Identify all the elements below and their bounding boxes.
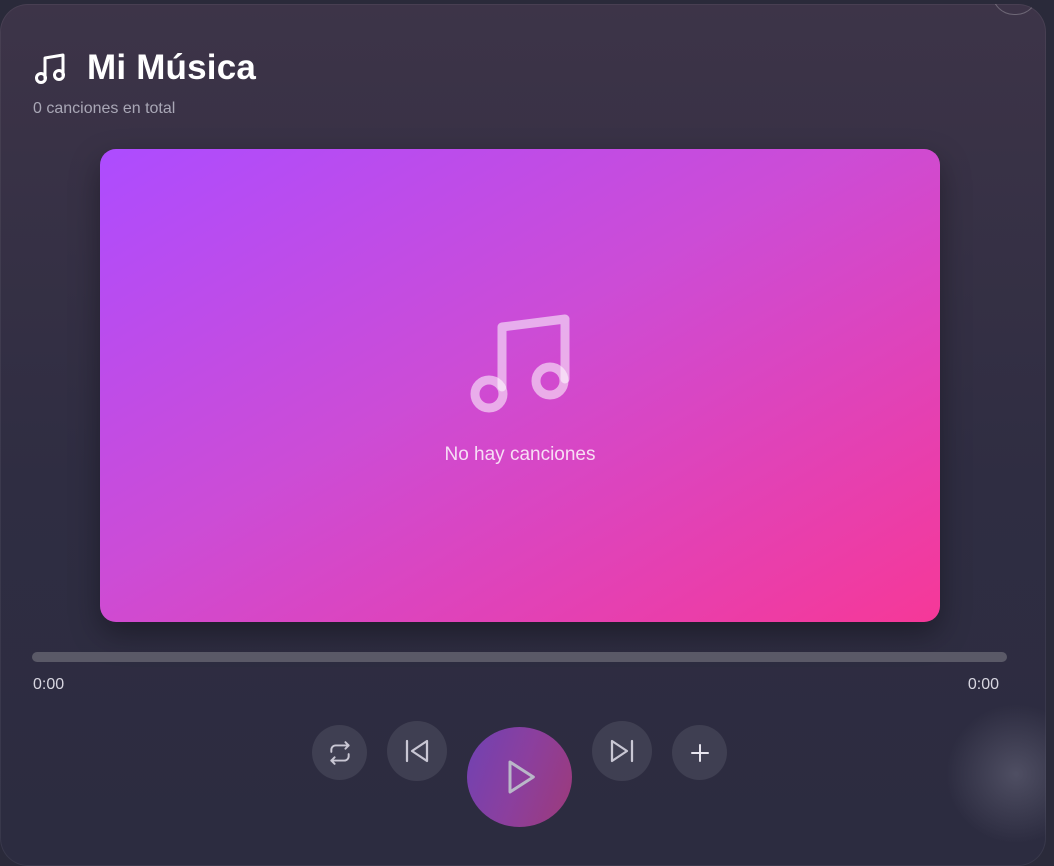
- skip-next-icon: [607, 736, 637, 766]
- repeat-icon: [327, 740, 353, 766]
- music-player-card: Mi Música 0 canciones en total No hay ca…: [0, 4, 1046, 866]
- add-song-button[interactable]: [672, 725, 727, 780]
- player-header: Mi Música: [33, 48, 256, 88]
- song-count: 0 canciones en total: [33, 100, 176, 117]
- plus-icon: [688, 741, 712, 765]
- empty-playlist-message: No hay canciones: [444, 444, 596, 465]
- previous-button[interactable]: [387, 721, 447, 781]
- skip-previous-icon: [402, 736, 432, 766]
- page-title: Mi Música: [87, 48, 257, 87]
- background-glow: [946, 704, 1046, 844]
- total-time: 0:00: [967, 676, 999, 693]
- play-icon: [500, 757, 540, 797]
- progress-bar[interactable]: [32, 652, 1007, 662]
- repeat-button[interactable]: [312, 725, 367, 780]
- music-note-icon: [33, 50, 69, 86]
- corner-decoration: [992, 4, 1038, 15]
- play-button[interactable]: [467, 727, 572, 827]
- music-note-icon: [468, 309, 578, 419]
- next-button[interactable]: [592, 721, 652, 781]
- current-time: 0:00: [33, 676, 65, 693]
